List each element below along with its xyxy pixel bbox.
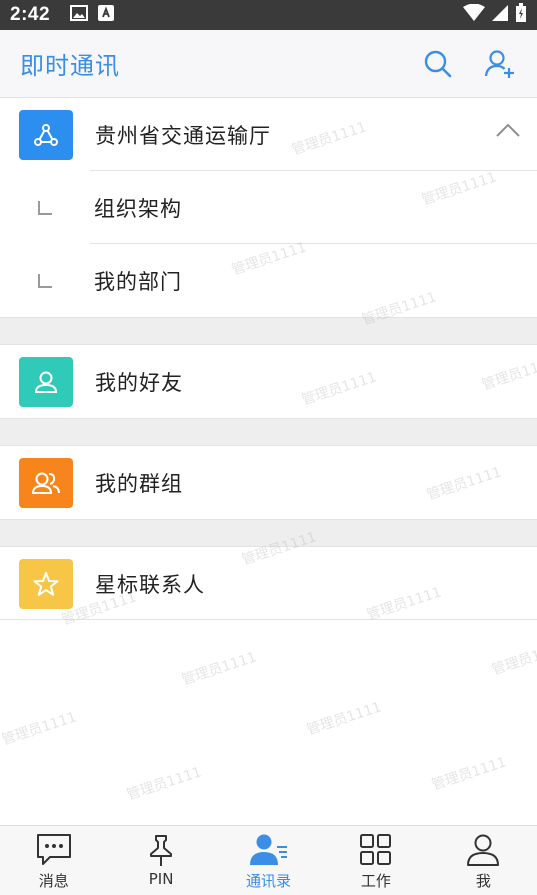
groups-icon-box [19,457,73,508]
chat-icon [34,832,74,868]
friends-label: 我的好友 [95,370,183,395]
page-title: 即时通讯 [20,52,120,80]
tree-branch-icon [38,200,52,215]
groups-row[interactable]: 我的群组 [0,446,537,519]
search-icon [424,50,452,77]
status-bar: 2:42 [0,0,537,30]
starred-icon-box [19,558,73,609]
tab-messages[interactable]: 消息 [0,826,107,895]
org-child-label: 组织架构 [94,196,182,221]
org-icon-box [19,109,73,160]
section-gap [0,317,537,345]
status-time: 2:42 [10,4,51,25]
friend-icon [34,371,58,393]
org-child-my-department[interactable]: 我的部门 [0,244,537,317]
contacts-icon [249,832,289,868]
org-child-label: 我的部门 [94,269,182,294]
section-gap [0,519,537,547]
search-button[interactable] [421,47,455,81]
tree-branch-icon [38,273,52,288]
divider [0,619,537,620]
tab-label: 我 [475,872,491,890]
grid-icon [356,832,396,868]
app-header: 即时通讯 [0,30,537,98]
watermark: 管理员1111 [489,639,537,679]
star-icon [33,571,59,596]
add-user-icon [484,49,514,78]
tab-label: 工作 [360,872,391,890]
starred-label: 星标联系人 [95,572,205,597]
watermark: 管理员1111 [429,754,509,794]
add-contact-button[interactable] [483,47,517,81]
tab-contacts[interactable]: 通讯录 [215,826,322,895]
chevron-up-icon[interactable] [495,122,521,142]
org-row[interactable]: 贵州省交通运输厅 [0,98,537,171]
org-child-structure[interactable]: 组织架构 [0,171,537,244]
tab-label: PIN [148,870,174,888]
signal-icon [491,4,509,26]
section-gap [0,418,537,446]
watermark: 管理员1111 [179,649,259,689]
org-network-icon [34,123,58,146]
wifi-icon [463,3,485,26]
image-notification-icon [70,5,89,25]
tab-me[interactable]: 我 [430,826,537,895]
pin-icon [141,832,181,868]
watermark: 管理员1111 [124,764,204,804]
groups-label: 我的群组 [95,471,183,496]
contacts-list: 贵州省交通运输厅 组织架构 我的部门 我的好友 我的群组 星标联系人 管理员11… [0,98,537,825]
tab-label: 消息 [38,872,69,890]
tab-pin[interactable]: PIN [107,826,214,895]
friends-icon-box [19,356,73,407]
person-icon [463,832,503,868]
watermark: 管理员1111 [304,699,384,739]
battery-icon [515,3,527,27]
watermark: 管理员1111 [0,709,79,749]
bottom-tab-bar: 消息 PIN 通讯录 工作 我 [0,825,537,895]
app-notification-icon [98,5,115,25]
tab-work[interactable]: 工作 [322,826,429,895]
starred-contacts-row[interactable]: 星标联系人 [0,547,537,620]
tab-label: 通讯录 [246,872,292,890]
friends-row[interactable]: 我的好友 [0,345,537,418]
group-icon [32,472,60,494]
org-name: 贵州省交通运输厅 [95,123,271,148]
